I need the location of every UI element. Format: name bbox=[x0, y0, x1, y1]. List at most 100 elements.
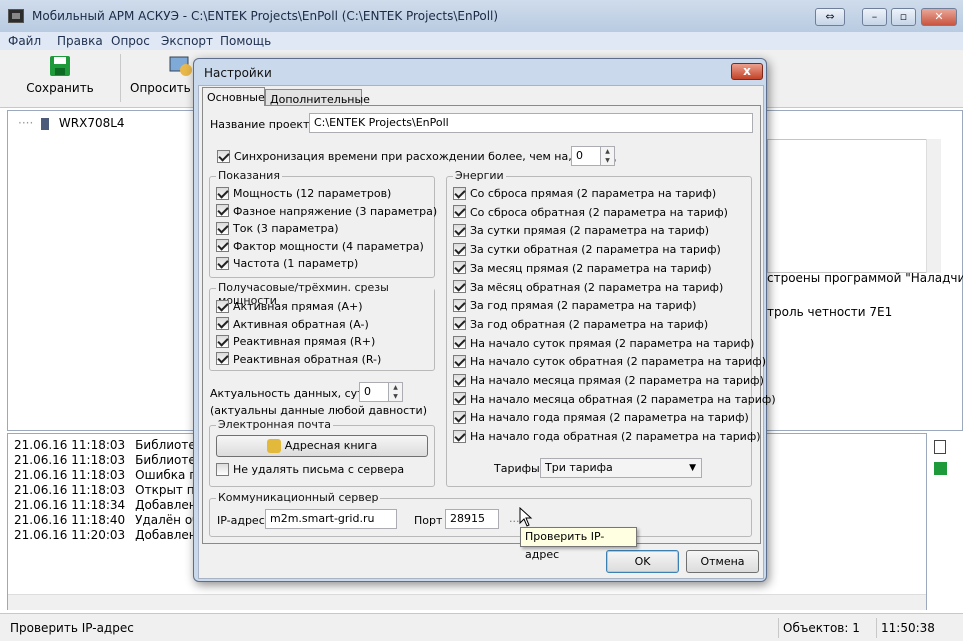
energy-checkbox-4[interactable]: За месяц прямая (2 параметра на тариф) bbox=[453, 261, 712, 278]
energy-label: На начало месяца прямая (2 параметра на … bbox=[470, 374, 764, 387]
log-time: 21.06.16 11:18:03 bbox=[14, 453, 126, 467]
minimize-button[interactable]: – bbox=[862, 8, 887, 26]
port-label: Порт bbox=[414, 514, 443, 527]
save-button[interactable]: Сохранить bbox=[20, 54, 100, 95]
readings-checkbox-0[interactable]: Мощность (12 параметров) bbox=[216, 186, 391, 203]
poll-button[interactable]: Опросить bbox=[130, 54, 200, 95]
menu-help[interactable]: Помощь bbox=[220, 34, 271, 48]
readings-group: Показания Мощность (12 параметров) Фазное… bbox=[209, 169, 437, 278]
log-row[interactable]: 21.06.16 11:20:03 Добавлен об bbox=[14, 528, 217, 543]
checkbox-box bbox=[216, 204, 229, 217]
maximize-button[interactable]: ▫ bbox=[891, 8, 916, 26]
dialog-client: Основные Дополнительные Название проекта… bbox=[198, 85, 776, 579]
port-field[interactable]: 28915 bbox=[445, 509, 499, 529]
checkbox-box bbox=[453, 354, 466, 368]
checkbox-box bbox=[216, 221, 229, 235]
menu-export[interactable]: Экспорт bbox=[161, 34, 213, 48]
ip-field[interactable]: m2m.smart-grid.ru bbox=[265, 509, 397, 529]
sync-seconds-spinner[interactable]: ▲ ▼ bbox=[600, 146, 615, 166]
menu-poll[interactable]: Опрос bbox=[111, 34, 150, 48]
sync-time-checkbox[interactable]: Синхронизация времени при расхождении бо… bbox=[217, 149, 616, 166]
energy-label: За сутки обратная (2 параметра на тариф) bbox=[470, 243, 721, 257]
readings-checkbox-3[interactable]: Фактор мощности (4 параметра) bbox=[216, 239, 424, 256]
tariffs-select[interactable]: Три тарифа ▼ bbox=[540, 458, 702, 478]
project-name-label: Название проекта bbox=[210, 118, 317, 131]
log-row[interactable]: 21.06.16 11:18:03 Библиотека bbox=[14, 438, 217, 453]
tooltip: Проверить IP-адрес bbox=[520, 527, 637, 561]
energy-label: На начало года прямая (2 параметра на та… bbox=[470, 411, 749, 425]
main-title-bar: Мобильный АРМ АСКУЭ - C:\ENTEK Projects\… bbox=[0, 0, 963, 32]
energy-label: На начало года обратная (2 параметра на … bbox=[470, 430, 761, 444]
energy-checkbox-8[interactable]: На начало суток прямая (2 параметра на т… bbox=[453, 336, 754, 353]
readings-checkbox-1[interactable]: Фазное напряжение (3 параметра) bbox=[216, 204, 437, 221]
energy-checkbox-11[interactable]: На начало месяца обратная (2 параметра н… bbox=[453, 392, 776, 409]
tab-advanced[interactable]: Дополнительные bbox=[265, 89, 370, 106]
actuality-label: Актуальность данных, суток bbox=[210, 387, 377, 400]
checkbox-box bbox=[216, 352, 229, 365]
log-row[interactable]: 21.06.16 11:18:03 Библиотека bbox=[14, 453, 217, 468]
comm-server-title: Коммуникационный сервер bbox=[216, 491, 381, 504]
save-label: Сохранить bbox=[26, 81, 94, 95]
energy-checkbox-0[interactable]: Со сброса прямая (2 параметра на тариф) bbox=[453, 186, 717, 203]
ok-button[interactable]: OK bbox=[606, 550, 679, 573]
log-row[interactable]: 21.06.16 11:18:34 Добавлен об bbox=[14, 498, 217, 513]
log-row[interactable]: 21.06.16 11:18:03 Открыт прое bbox=[14, 483, 217, 498]
energy-checkbox-3[interactable]: За сутки обратная (2 параметра на тариф) bbox=[453, 242, 721, 259]
address-book-button[interactable]: Адресная книга bbox=[216, 435, 428, 457]
energy-checkbox-7[interactable]: За год обратная (2 параметра на тариф) bbox=[453, 317, 708, 334]
email-title: Электронная почта bbox=[216, 418, 334, 431]
status-hint: Проверить IP-адрес bbox=[10, 621, 134, 635]
tree-node[interactable]: ···· WRX708L4 bbox=[18, 116, 125, 130]
readings-checkbox-2[interactable]: Ток (3 параметра) bbox=[216, 221, 339, 238]
sync-seconds-field[interactable]: 0 bbox=[571, 146, 601, 166]
check-ip-button[interactable]: ... bbox=[509, 512, 520, 525]
restore-layout-icon[interactable]: ⇔ bbox=[815, 8, 845, 26]
tab-main[interactable]: Основные bbox=[202, 87, 265, 106]
window-title: Мобильный АРМ АСКУЭ - C:\ENTEK Projects\… bbox=[32, 9, 499, 23]
slices-label: Активная обратная (A-) bbox=[233, 317, 369, 331]
poll-icon bbox=[169, 56, 192, 76]
info-scrollbar[interactable] bbox=[926, 139, 941, 273]
project-name-field[interactable]: C:\ENTEK Projects\EnPoll bbox=[309, 113, 753, 133]
log-time: 21.06.16 11:18:03 bbox=[14, 468, 126, 482]
checkbox-box bbox=[453, 223, 466, 237]
energy-checkbox-12[interactable]: На начало года прямая (2 параметра на та… bbox=[453, 410, 749, 427]
energy-label: Со сброса прямая (2 параметра на тариф) bbox=[470, 187, 717, 200]
tree-panel: ···· WRX708L4 bbox=[7, 110, 194, 431]
tariffs-label: Тарифы bbox=[494, 462, 540, 475]
energy-checkbox-6[interactable]: За год прямая (2 параметра на тариф) bbox=[453, 298, 696, 315]
menu-edit[interactable]: Правка bbox=[57, 34, 103, 48]
dialog-close-button[interactable]: x bbox=[731, 63, 763, 80]
log-hscrollbar[interactable] bbox=[8, 594, 926, 610]
save-log-icon[interactable] bbox=[934, 462, 947, 475]
log-time: 21.06.16 11:18:34 bbox=[14, 498, 126, 512]
actuality-spinner[interactable]: ▲ ▼ bbox=[388, 382, 403, 402]
checkbox-box bbox=[453, 410, 466, 424]
actuality-field[interactable]: 0 bbox=[359, 382, 389, 402]
slices-checkbox-0[interactable]: Активная прямая (A+) bbox=[216, 299, 363, 316]
checkbox-box bbox=[216, 239, 229, 252]
energy-checkbox-9[interactable]: На начало суток обратная (2 параметра на… bbox=[453, 354, 766, 371]
close-button[interactable]: ✕ bbox=[921, 8, 957, 26]
energy-checkbox-1[interactable]: Со сброса обратная (2 параметра на тариф… bbox=[453, 205, 728, 222]
new-file-icon[interactable] bbox=[934, 440, 946, 454]
status-objects: Объектов: 1 bbox=[778, 618, 872, 638]
checkbox-box bbox=[216, 256, 229, 270]
checkbox-box bbox=[216, 317, 229, 330]
readings-checkbox-4[interactable]: Частота (1 параметр) bbox=[216, 256, 358, 273]
energy-checkbox-5[interactable]: За мёсяц обратная (2 параметра на тариф) bbox=[453, 280, 723, 297]
slices-checkbox-2[interactable]: Реактивная прямая (R+) bbox=[216, 334, 375, 351]
menu-bar: Файл Правка Опрос Экспорт Помощь bbox=[0, 32, 963, 50]
menu-file[interactable]: Файл bbox=[8, 34, 41, 48]
cancel-button[interactable]: Отмена bbox=[686, 550, 759, 573]
slices-checkbox-3[interactable]: Реактивная обратная (R-) bbox=[216, 352, 381, 369]
dialog-title: Настройки bbox=[204, 66, 272, 80]
email-group: Электронная почта Адресная книга Не удал… bbox=[209, 418, 435, 487]
energy-checkbox-13[interactable]: На начало года обратная (2 параметра на … bbox=[453, 429, 761, 446]
energy-checkbox-2[interactable]: За сутки прямая (2 параметра на тариф) bbox=[453, 223, 709, 240]
slices-checkbox-1[interactable]: Активная обратная (A-) bbox=[216, 317, 369, 334]
energy-checkbox-10[interactable]: На начало месяца прямая (2 параметра на … bbox=[453, 373, 764, 390]
log-row[interactable]: 21.06.16 11:18:40 Удалён объе bbox=[14, 513, 217, 528]
keep-mail-checkbox[interactable]: Не удалять письма с сервера bbox=[216, 462, 404, 479]
log-row[interactable]: 21.06.16 11:18:03 Ошибка при bbox=[14, 468, 217, 483]
